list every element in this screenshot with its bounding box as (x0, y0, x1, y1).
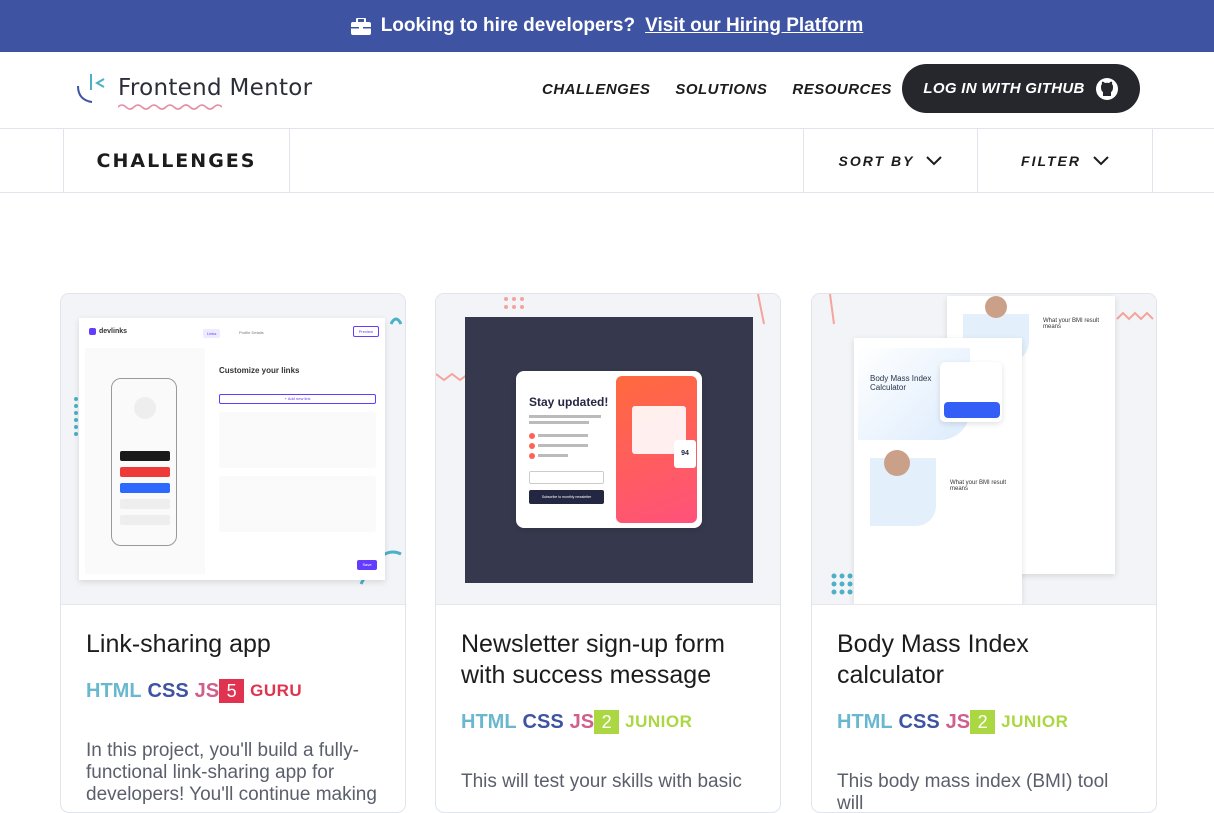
preview-button: Preview (352, 326, 379, 337)
sort-by-button[interactable]: SORT BY (803, 129, 978, 192)
level-badge: 2 (970, 710, 996, 734)
card-title[interactable]: Newsletter sign-up form with success mes… (461, 629, 755, 691)
level-badge: 5 (219, 679, 245, 703)
tag-html: HTML (461, 710, 517, 733)
add-link-button: + Add new link (219, 394, 376, 404)
bmi-mockup-front: Body Mass Index Calculator What your BMI… (854, 338, 1022, 604)
phone-outline (111, 378, 177, 546)
tag-css: CSS (147, 679, 189, 702)
tab-links: Links (203, 329, 221, 338)
score-badge: 94 (674, 440, 696, 468)
login-label: LOG IN WITH GITHUB (923, 80, 1085, 97)
nav-solutions[interactable]: SOLUTIONS (675, 81, 767, 98)
logo-squiggle (118, 104, 222, 110)
card-tags: HTML CSS JS 5 GURU (86, 679, 380, 703)
challenge-card-newsletter[interactable]: Stay updated! Subscribe to monthly newsl… (435, 293, 781, 813)
customize-heading: Customize your links (219, 366, 300, 375)
bmi-result-heading-front: What your BMI result means (950, 480, 1007, 492)
login-github-button[interactable]: LOG IN WITH GITHUB (902, 64, 1140, 113)
level-badge: 2 (594, 710, 620, 734)
tag-js: JS (194, 679, 220, 702)
level-label: JUNIOR (1001, 712, 1069, 731)
challenge-card-bmi[interactable]: What your BMI result means Body Mass Ind… (811, 293, 1157, 813)
card-thumbnail: devlinks Links Profile Details Preview C… (61, 294, 405, 605)
filter-button[interactable]: FILTER (977, 129, 1153, 192)
tag-css: CSS (898, 710, 940, 733)
tag-html: HTML (86, 679, 142, 702)
nav-resources[interactable]: RESOURCES (792, 81, 892, 98)
github-icon (1095, 77, 1118, 100)
card-tags: HTML CSS JS 2 JUNIOR (837, 710, 1131, 734)
chevron-down-icon (1093, 155, 1109, 165)
card-title[interactable]: Link-sharing app (86, 629, 380, 660)
nav-challenges[interactable]: CHALLENGES (542, 81, 650, 98)
card-tags: HTML CSS JS 2 JUNIOR (461, 710, 755, 734)
main-nav: CHALLENGES SOLUTIONS RESOURCES (542, 81, 892, 98)
card-title[interactable]: Body Mass Index calculator (837, 629, 1131, 691)
sort-label: SORT BY (838, 152, 915, 169)
frontend-mentor-logo[interactable]: Frontend Mentor (74, 70, 313, 110)
banner-text: Looking to hire developers? (380, 15, 636, 36)
card-description: In this project, you'll build a fully-fu… (86, 740, 377, 805)
page-title: CHALLENGES (96, 149, 257, 172)
card-thumbnail: Stay updated! Subscribe to monthly newsl… (436, 294, 780, 605)
newsletter-mockup: Stay updated! Subscribe to monthly newsl… (516, 371, 702, 528)
tag-css: CSS (522, 710, 564, 733)
card-description: This body mass index (BMI) tool will (837, 771, 1109, 813)
challenges-title-cell: CHALLENGES (63, 129, 290, 192)
newsletter-illustration: 94 (616, 376, 697, 523)
newsletter-backdrop: Stay updated! Subscribe to monthly newsl… (465, 317, 753, 583)
devlinks-logo: devlinks (99, 328, 128, 335)
bmi-heading: Body Mass Index Calculator (870, 374, 932, 392)
logo-mark-icon (77, 74, 105, 103)
tag-js: JS (569, 710, 595, 733)
logo-text: Frontend Mentor (118, 75, 313, 101)
tag-js: JS (945, 710, 971, 733)
hiring-banner: Looking to hire developers? Visit our Hi… (0, 0, 1214, 52)
site-header: Frontend Mentor CHALLENGES SOLUTIONS RES… (0, 52, 1214, 129)
card-thumbnail: What your BMI result means Body Mass Ind… (812, 294, 1156, 605)
subscribe-button: Subscribe to monthly newsletter (529, 490, 604, 504)
card-description: This will test your skills with basic (461, 771, 742, 792)
level-label: JUNIOR (625, 712, 693, 731)
challenges-subbar: CHALLENGES SORT BY FILTER (0, 129, 1214, 193)
bmi-result-heading-back: What your BMI result means (1043, 318, 1100, 330)
briefcase-icon (350, 17, 371, 35)
tab-profile: Profile Details (239, 330, 264, 335)
hiring-platform-link[interactable]: Visit our Hiring Platform (645, 15, 863, 37)
chevron-down-icon (926, 155, 943, 165)
devlinks-mockup: devlinks Links Profile Details Preview C… (79, 318, 385, 580)
newsletter-heading: Stay updated! (529, 395, 609, 409)
save-button: Save (357, 560, 377, 570)
level-label: GURU (250, 681, 303, 700)
filter-label: FILTER (1021, 152, 1081, 169)
challenge-card-link-sharing[interactable]: devlinks Links Profile Details Preview C… (60, 293, 406, 813)
tag-html: HTML (837, 710, 893, 733)
